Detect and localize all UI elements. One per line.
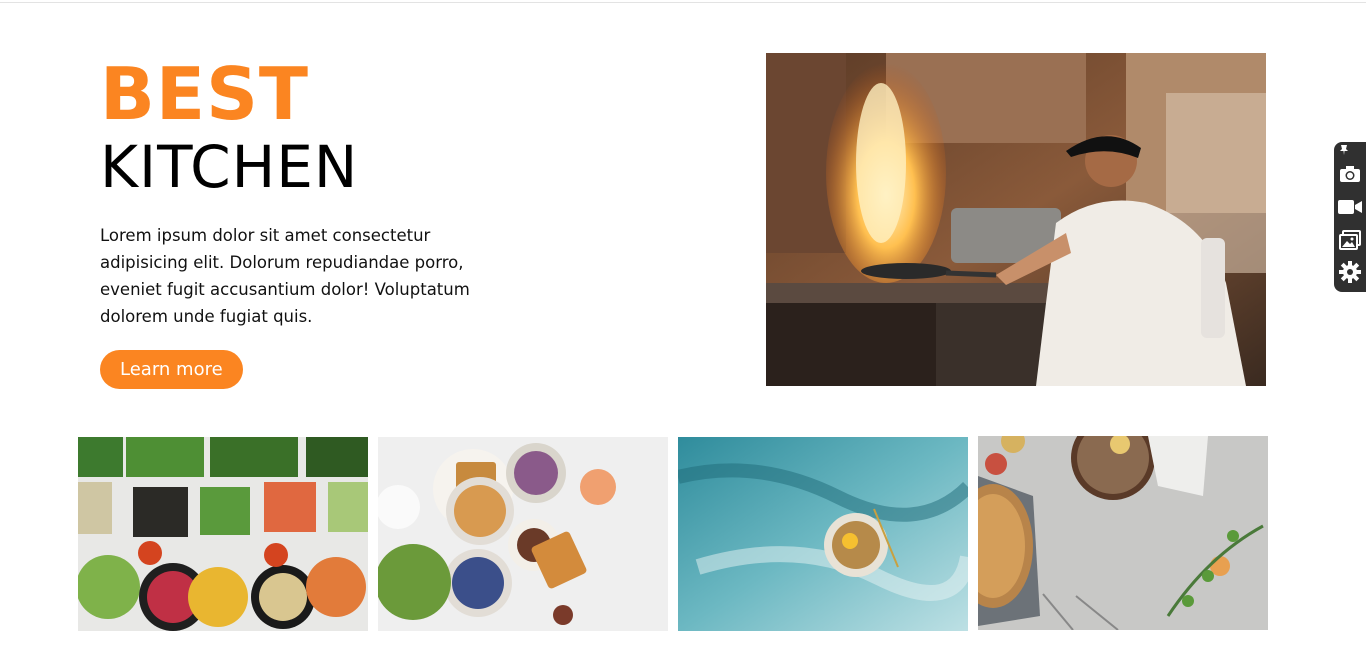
chef-kitchen-photo bbox=[766, 53, 1266, 386]
hero-title: KITCHEN bbox=[100, 133, 359, 201]
hero-description: Lorem ipsum dolor sit amet consectetur a… bbox=[100, 226, 470, 326]
camera-icon[interactable] bbox=[1334, 160, 1366, 188]
hero-text-block: BEST KITCHEN Lorem ipsum dolor sit amet … bbox=[100, 58, 500, 389]
plated-dish-photo bbox=[678, 437, 968, 631]
learn-more-button[interactable]: Learn more bbox=[100, 350, 243, 389]
hero-title-accent: BEST bbox=[100, 52, 310, 136]
image-gallery-icon[interactable] bbox=[1334, 226, 1366, 254]
screen-capture-toolbar bbox=[1334, 142, 1366, 292]
breakfast-table-photo bbox=[378, 437, 668, 631]
pie-table-photo bbox=[978, 436, 1268, 630]
top-border bbox=[0, 0, 1366, 3]
pin-icon[interactable] bbox=[1334, 142, 1366, 158]
gear-icon[interactable] bbox=[1334, 258, 1366, 286]
salad-bar-photo bbox=[78, 437, 368, 631]
video-camera-icon[interactable] bbox=[1334, 193, 1366, 221]
